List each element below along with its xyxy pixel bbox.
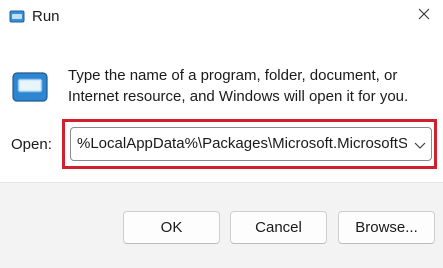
window-title: Run xyxy=(32,8,60,25)
run-dialog: Run Type the name of a program, folder, … xyxy=(0,0,443,268)
ok-button[interactable]: OK xyxy=(123,211,220,244)
run-window-icon xyxy=(11,70,49,104)
open-combobox[interactable]: %LocalAppData%\Packages\Microsoft.Micros… xyxy=(70,127,432,161)
close-icon xyxy=(418,7,430,25)
title-bar: Run xyxy=(0,0,443,36)
open-label: Open: xyxy=(11,136,52,153)
browse-button[interactable]: Browse... xyxy=(338,211,435,244)
chevron-down-icon[interactable] xyxy=(413,138,427,150)
run-description: Type the name of a program, folder, docu… xyxy=(68,67,409,105)
cancel-button[interactable]: Cancel xyxy=(230,211,327,244)
close-button[interactable] xyxy=(404,0,443,32)
open-input[interactable]: %LocalAppData%\Packages\Microsoft.Micros… xyxy=(77,135,407,153)
run-icon xyxy=(9,10,25,24)
